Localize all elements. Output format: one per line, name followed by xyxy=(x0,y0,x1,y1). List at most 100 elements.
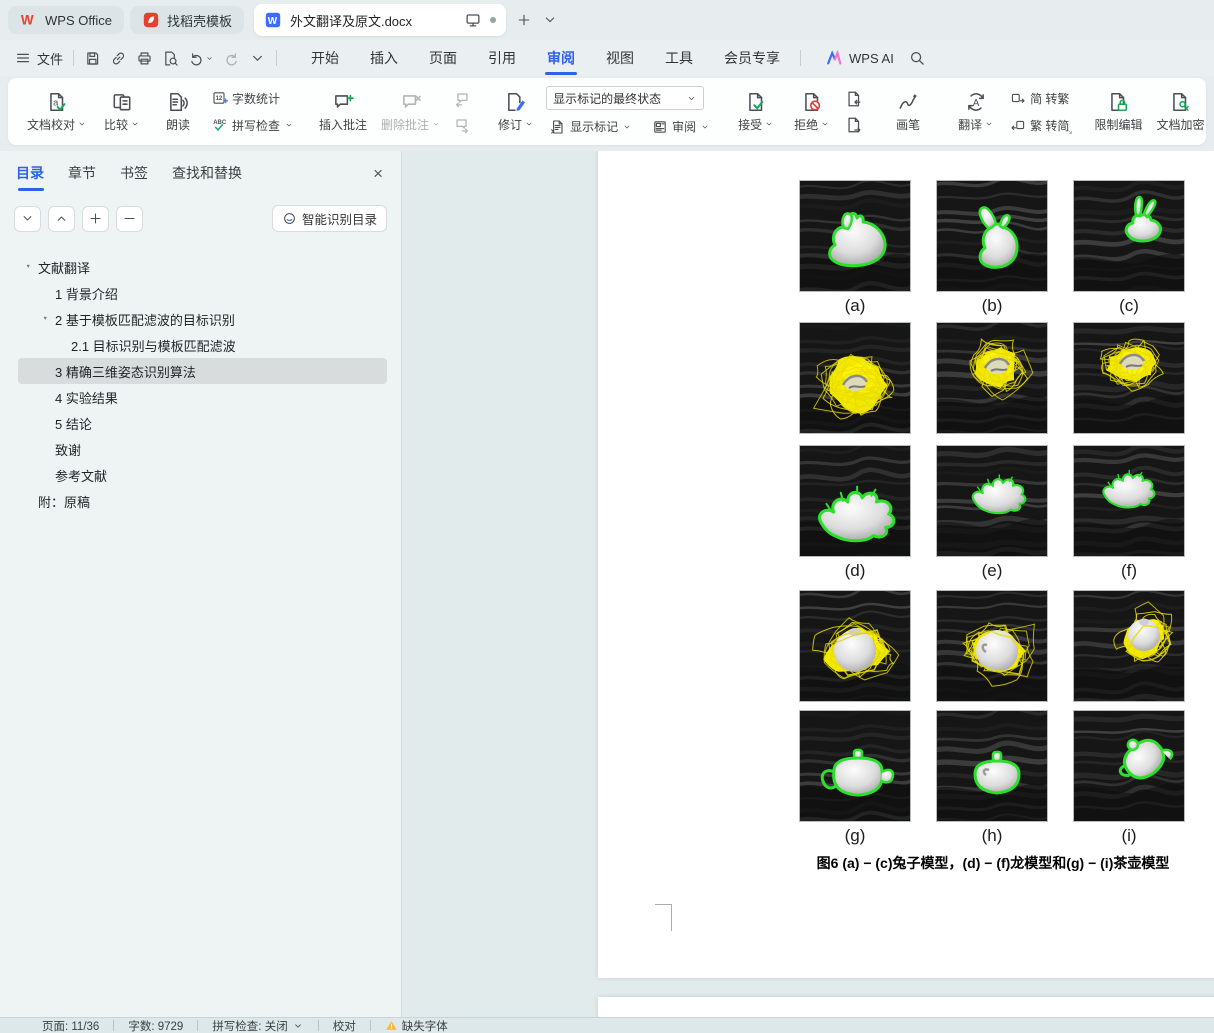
zoom-in-button[interactable] xyxy=(82,205,109,232)
trad-to-simp-button[interactable]: 繁 转简 xyxy=(1006,115,1073,136)
spell-check-button[interactable]: ABC 拼写检查 xyxy=(208,115,298,136)
review-pane-button[interactable]: 审阅 xyxy=(648,116,714,137)
sidebar-tab-bookmarks[interactable]: 书签 xyxy=(120,163,148,191)
file-menu[interactable]: 文件 xyxy=(14,49,63,68)
figure-image-teapot-g1[interactable] xyxy=(799,710,911,822)
expand-arrow-icon[interactable] xyxy=(24,261,38,274)
menu-item-home[interactable]: 开始 xyxy=(309,42,341,74)
encrypt-button[interactable]: 文档加密 xyxy=(1151,89,1206,135)
toc-item[interactable]: 致谢 xyxy=(18,436,387,462)
toc-item[interactable]: 4 实验结果 xyxy=(18,384,387,410)
markup-state-dropdown[interactable]: 显示标记的最终状态 xyxy=(546,86,705,110)
accept-icon xyxy=(745,91,767,113)
menu-item-insert[interactable]: 插入 xyxy=(368,42,400,74)
menu-items: 开始 插入 页面 引用 审阅 视图 工具 会员专享 xyxy=(309,42,782,75)
prev-change-button[interactable] xyxy=(842,89,866,109)
word-count-button[interactable]: 12 字数统计 xyxy=(208,88,298,109)
docer-tab[interactable]: 找稻壳模板 xyxy=(129,6,244,34)
menu-item-review[interactable]: 审阅 xyxy=(545,42,578,75)
comment-add-icon xyxy=(332,91,354,113)
wps-ai-button[interactable]: WPS AI xyxy=(825,49,894,67)
figure-image-dragon-y3[interactable] xyxy=(1073,322,1185,434)
redo-button[interactable] xyxy=(223,50,240,67)
toc-item[interactable]: 附：原稿 xyxy=(18,488,387,514)
proofread-status[interactable]: 校对 xyxy=(333,1018,356,1033)
undo-button[interactable] xyxy=(188,50,214,67)
search-icon[interactable] xyxy=(908,49,926,67)
toc-item[interactable]: 5 结论 xyxy=(18,410,387,436)
toc-item[interactable]: 1 背景介绍 xyxy=(18,280,387,306)
reject-button[interactable]: 拒绝 xyxy=(786,89,838,135)
delete-comment-button[interactable]: 删除批注 xyxy=(376,89,446,135)
figure-image-teapot-g3[interactable] xyxy=(1073,710,1185,822)
menu-item-view[interactable]: 视图 xyxy=(604,42,636,74)
figure-image-teapot-y2[interactable] xyxy=(936,590,1048,702)
toc-item-label: 4 实验结果 xyxy=(55,390,118,406)
draw-pen-button[interactable]: 画笔 xyxy=(882,89,934,135)
toc-item[interactable]: 2.1 目标识别与模板匹配滤波 xyxy=(18,332,387,358)
new-tab-button[interactable] xyxy=(516,12,532,28)
figure-image-dragon-g3[interactable] xyxy=(1073,445,1185,557)
document-tab[interactable]: W 外文翻译及原文.docx xyxy=(253,4,506,36)
more-button[interactable] xyxy=(249,50,266,67)
zoom-out-button[interactable] xyxy=(116,205,143,232)
figure-image-bunny-b[interactable] xyxy=(936,180,1048,292)
figure-label: (g) xyxy=(844,826,866,845)
doc-proof-button[interactable]: a 文档校对 xyxy=(22,89,92,135)
menu-item-page[interactable]: 页面 xyxy=(427,42,459,74)
quick-access-toolbar xyxy=(84,50,266,67)
insert-comment-button[interactable]: 插入批注 xyxy=(314,89,372,135)
menu-item-reference[interactable]: 引用 xyxy=(486,42,518,74)
simp-to-trad-button[interactable]: 简 转繁 xyxy=(1006,88,1073,109)
collapse-all-button[interactable] xyxy=(14,205,41,232)
figure-image-dragon-y2[interactable] xyxy=(936,322,1048,434)
save-button[interactable] xyxy=(84,50,101,67)
monitor-icon[interactable] xyxy=(464,11,482,29)
svg-text:W: W xyxy=(21,13,34,28)
figure-image-teapot-y1[interactable] xyxy=(799,590,911,702)
figure-image-teapot-g2[interactable] xyxy=(936,710,1048,822)
figure-image-dragon-y1[interactable] xyxy=(799,322,911,434)
track-changes-button[interactable]: 修订 xyxy=(490,89,542,135)
sidebar-tab-chapters[interactable]: 章节 xyxy=(68,163,96,191)
figure-image-dragon-g1[interactable] xyxy=(799,445,911,557)
menu-item-tools[interactable]: 工具 xyxy=(663,42,695,74)
sidebar-tab-find-replace[interactable]: 查找和替换 xyxy=(172,163,242,191)
expand-all-button[interactable] xyxy=(48,205,75,232)
accept-button[interactable]: 接受 xyxy=(730,89,782,135)
sidebar-tab-toc[interactable]: 目录 xyxy=(16,163,44,191)
print-button[interactable] xyxy=(136,50,153,67)
next-comment-button[interactable] xyxy=(450,115,474,135)
output-button[interactable] xyxy=(110,50,127,67)
smart-toc-button[interactable]: 智能识别目录 xyxy=(271,205,387,232)
close-sidebar-button[interactable]: × xyxy=(371,165,385,190)
expand-corner-icon[interactable] xyxy=(1067,129,1078,140)
compare-button[interactable]: 比较 xyxy=(96,89,148,135)
prev-comment-button[interactable] xyxy=(450,89,474,109)
translate-button[interactable]: A 翻译 xyxy=(950,89,1002,135)
figure-image-bunny-a[interactable] xyxy=(799,180,911,292)
figure-label: (b) xyxy=(981,296,1003,315)
tab-bar: W WPS Office 找稻壳模板 W 外文翻译及原文.docx xyxy=(0,0,1214,40)
read-aloud-button[interactable]: 朗读 xyxy=(152,89,204,135)
figure-label: (f) xyxy=(1120,561,1138,580)
figure-image-teapot-y3[interactable] xyxy=(1073,590,1185,702)
brand-chip[interactable]: W WPS Office xyxy=(8,6,124,34)
toc-item[interactable]: 3 精确三维姿态识别算法 xyxy=(18,358,387,384)
menu-item-member[interactable]: 会员专享 xyxy=(722,42,782,74)
figure-image-dragon-g2[interactable] xyxy=(936,445,1048,557)
preview-button[interactable] xyxy=(162,50,179,67)
toc-item[interactable]: 文献翻译 xyxy=(18,254,387,280)
figure-image-bunny-c[interactable] xyxy=(1073,180,1185,292)
toc-item-label: 致谢 xyxy=(55,442,82,458)
spellcheck-status[interactable]: 拼写检查: 关闭 xyxy=(212,1018,303,1033)
next-change-button[interactable] xyxy=(842,115,866,135)
missing-font-warning[interactable]: 缺失字体 xyxy=(385,1018,448,1033)
toc-item[interactable]: 参考文献 xyxy=(18,462,387,488)
show-markup-button[interactable]: 显示标记 xyxy=(546,116,636,137)
toc-item[interactable]: 2 基于模板匹配滤波的目标识别 xyxy=(18,306,387,332)
word-count-status[interactable]: 字数: 9729 xyxy=(128,1018,183,1033)
tab-list-chevron-icon[interactable] xyxy=(542,12,558,28)
expand-arrow-icon[interactable] xyxy=(41,313,55,326)
restrict-edit-button[interactable]: 限制编辑 xyxy=(1089,89,1147,135)
